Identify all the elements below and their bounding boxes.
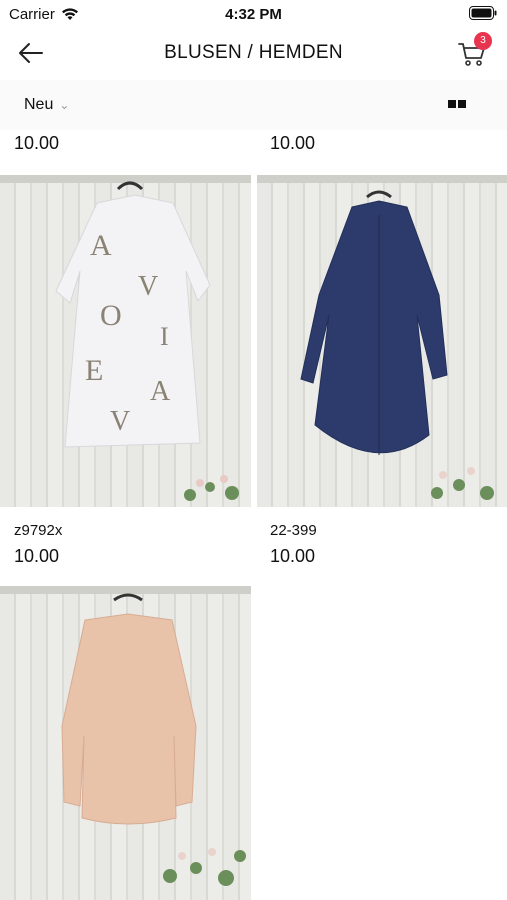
product-price: 10.00 (270, 133, 316, 153)
status-bar: Carrier 4:32 PM (0, 0, 507, 28)
svg-text:A: A (90, 229, 112, 262)
page-title: BLUSEN / HEMDEN (164, 42, 343, 63)
svg-text:V: V (138, 271, 158, 302)
product-image[interactable] (0, 586, 251, 900)
cart-badge: 3 (474, 32, 492, 50)
nav-bar: BLUSEN / HEMDEN 3 (0, 28, 507, 80)
status-time: 4:32 PM (225, 6, 282, 23)
grid-view-toggle[interactable] (448, 100, 466, 108)
product-image[interactable]: A V O I E A V (0, 175, 251, 507)
product-image[interactable] (257, 175, 507, 507)
shirt-image: A V O I E A V (55, 181, 239, 501)
price-row-top: 10.00 10.00 (0, 133, 507, 159)
product-name[interactable]: 22-399 (270, 522, 317, 539)
shirt-image (61, 593, 246, 886)
sort-label: Neu (24, 96, 54, 113)
chevron-down-icon: ⌄ (59, 98, 70, 112)
shirt-image (300, 190, 494, 500)
grid-square-icon (448, 100, 456, 108)
sort-dropdown[interactable]: Neu ⌄ (24, 96, 69, 114)
sort-bar: Neu ⌄ (0, 80, 507, 130)
battery-icon (469, 6, 497, 25)
product-name[interactable]: z9792x (14, 522, 62, 539)
product-price: 10.00 (14, 133, 60, 153)
svg-text:A: A (150, 376, 171, 407)
grid-square-icon (458, 100, 466, 108)
product-price: 10.00 (14, 546, 60, 566)
svg-text:V: V (110, 406, 130, 437)
product-price: 10.00 (270, 546, 316, 566)
svg-text:E: E (85, 354, 103, 387)
svg-text:O: O (100, 299, 122, 332)
svg-text:I: I (160, 322, 169, 351)
